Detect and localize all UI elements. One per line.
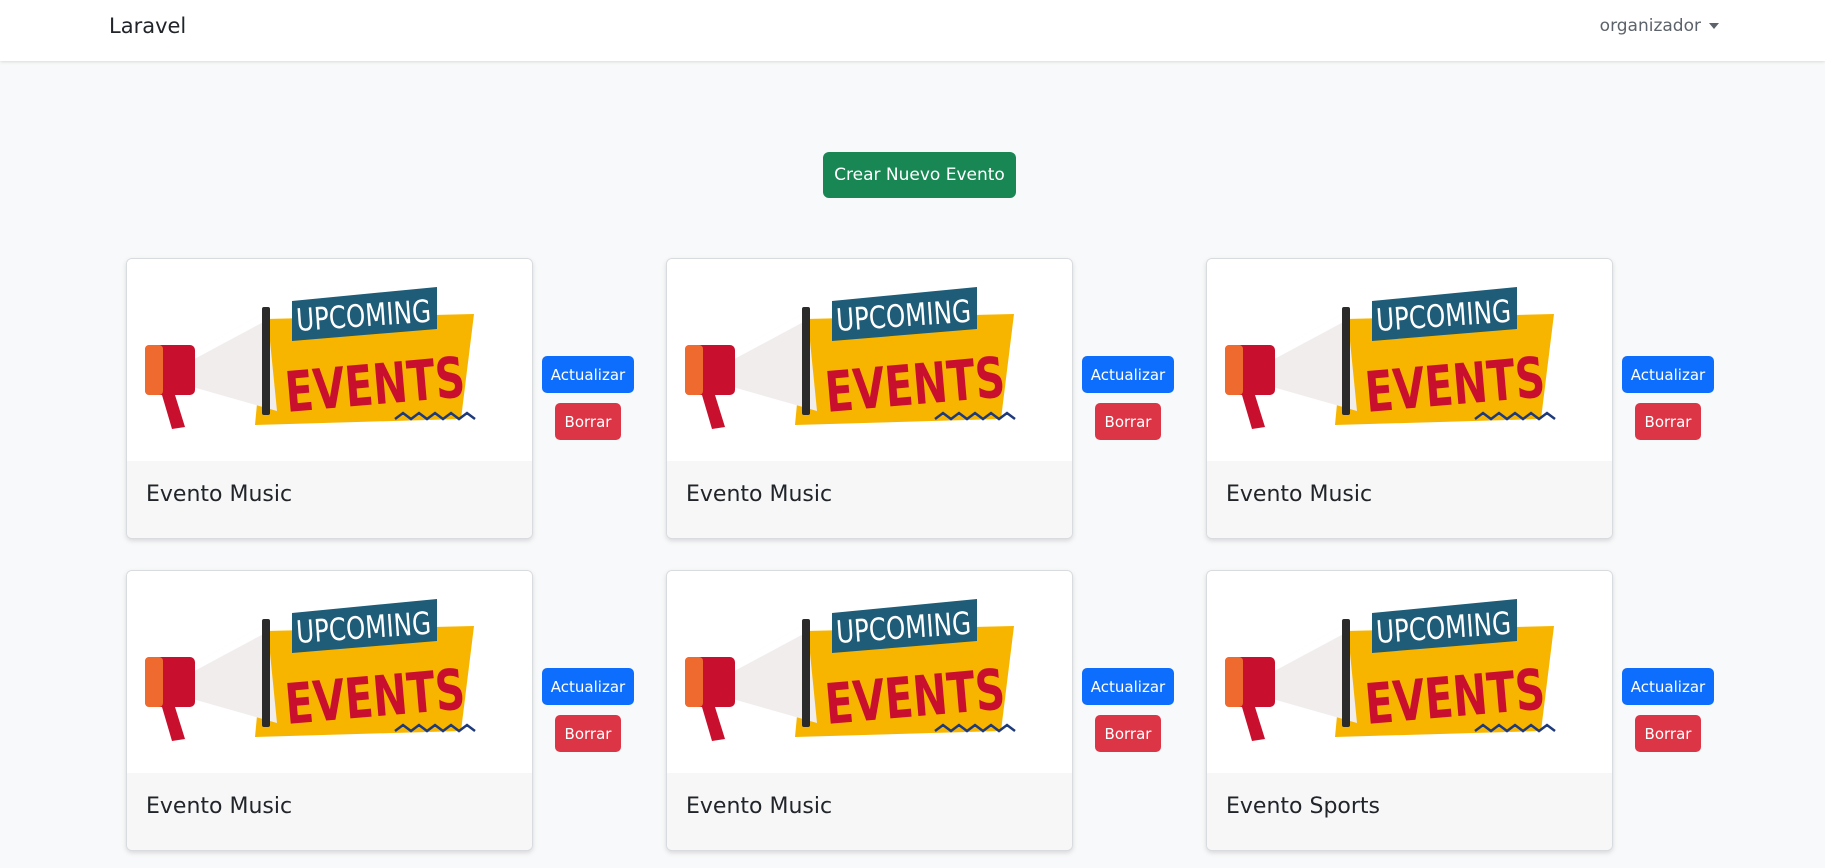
delete-button[interactable]: Borrar <box>1635 403 1701 440</box>
update-button[interactable]: Actualizar <box>1622 668 1714 705</box>
megaphone-icon: UPCOMING EVENTS <box>145 287 476 429</box>
event-title: Evento Music <box>146 794 293 819</box>
update-button[interactable]: Actualizar <box>1082 356 1174 393</box>
megaphone-icon: UPCOMING EVENTS <box>685 599 1016 741</box>
card-body: Evento Music <box>667 461 1072 538</box>
card-body: Evento Music <box>127 773 532 850</box>
megaphone-icon: UPCOMING EVENTS <box>1225 599 1556 741</box>
event-card-4: UPCOMING EVENTS Evento Music <box>126 570 533 851</box>
card-body: Evento Music <box>1207 461 1612 538</box>
update-button[interactable]: Actualizar <box>542 356 634 393</box>
card-body: Evento Music <box>667 773 1072 850</box>
event-title: Evento Music <box>686 482 833 507</box>
event-card-5: UPCOMING EVENTS Evento Music <box>666 570 1073 851</box>
event-title: Evento Music <box>146 482 293 507</box>
user-name: organizador <box>1599 16 1701 36</box>
event-image: UPCOMING EVENTS <box>127 259 532 461</box>
delete-button[interactable]: Borrar <box>555 715 621 752</box>
event-image: UPCOMING EVENTS <box>127 571 532 773</box>
event-card-6: UPCOMING EVENTS Evento Sports <box>1206 570 1613 851</box>
brand-link[interactable]: Laravel <box>109 14 186 38</box>
delete-button[interactable]: Borrar <box>1095 403 1161 440</box>
event-title: Evento Music <box>686 794 833 819</box>
delete-button[interactable]: Borrar <box>1635 715 1701 752</box>
event-image: UPCOMING EVENTS <box>1207 571 1612 773</box>
event-card-1: UPCOMING EVENTS Evento Music <box>126 258 533 539</box>
event-title: Evento Music <box>1226 482 1373 507</box>
event-card-3: UPCOMING EVENTS Evento Music <box>1206 258 1613 539</box>
card-body: Evento Music <box>127 461 532 538</box>
megaphone-icon: UPCOMING EVENTS <box>1225 287 1556 429</box>
delete-button[interactable]: Borrar <box>555 403 621 440</box>
event-image: UPCOMING EVENTS <box>667 259 1072 461</box>
card-body: Evento Sports <box>1207 773 1612 850</box>
delete-button[interactable]: Borrar <box>1095 715 1161 752</box>
event-image: UPCOMING EVENTS <box>1207 259 1612 461</box>
caret-down-icon <box>1709 23 1719 29</box>
update-button[interactable]: Actualizar <box>542 668 634 705</box>
event-image: UPCOMING EVENTS <box>667 571 1072 773</box>
event-card-2: UPCOMING EVENTS Evento Music <box>666 258 1073 539</box>
event-title: Evento Sports <box>1226 794 1380 819</box>
update-button[interactable]: Actualizar <box>1082 668 1174 705</box>
update-button[interactable]: Actualizar <box>1622 356 1714 393</box>
create-event-button[interactable]: Crear Nuevo Evento <box>823 152 1016 198</box>
user-dropdown[interactable]: organizador <box>1600 16 1719 36</box>
megaphone-icon: UPCOMING EVENTS <box>145 599 476 741</box>
megaphone-icon: UPCOMING EVENTS <box>685 287 1016 429</box>
navbar: Laravel organizador <box>0 0 1825 61</box>
